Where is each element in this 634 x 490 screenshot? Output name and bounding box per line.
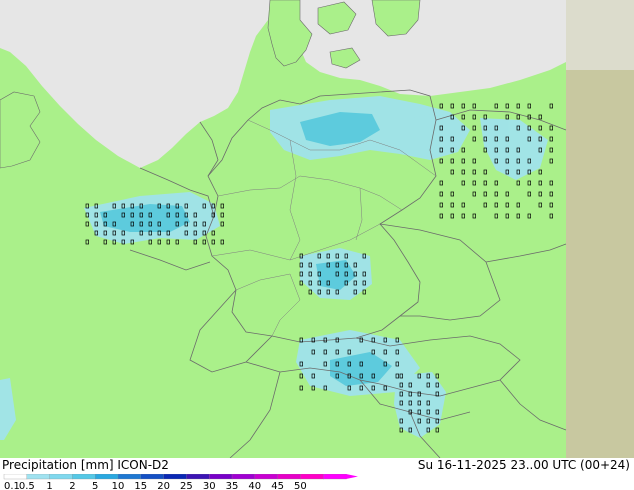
title-left: Precipitation [mm] ICON-D2 xyxy=(2,458,169,472)
legend-tick: 2 xyxy=(69,481,75,490)
legend-swatch xyxy=(209,474,233,480)
legend-tick: 10 xyxy=(112,481,125,490)
legend-swatch xyxy=(277,474,302,480)
legend-swatch xyxy=(254,474,279,480)
legend-tick: 1 xyxy=(46,481,52,490)
legend-tick: 45 xyxy=(271,481,284,490)
legend-swatch xyxy=(163,474,188,480)
legend-tick: 0.1 xyxy=(4,481,20,490)
precip-legend: 0.10.5 1 2 5 10 15 20 25 30 35 40 45 50 xyxy=(3,474,358,490)
legend-swatch xyxy=(3,474,28,480)
legend-swatch xyxy=(26,474,51,480)
legend-swatch xyxy=(72,474,96,480)
footer-bar: Precipitation [mm] ICON-D2 Su 16-11-2025… xyxy=(0,458,634,490)
precipitation-map xyxy=(0,0,634,458)
legend-swatch xyxy=(323,474,347,480)
legend-tick: 40 xyxy=(248,481,261,490)
legend-tick: 25 xyxy=(180,481,193,490)
legend-tick: 50 xyxy=(294,481,307,490)
legend-swatch xyxy=(95,474,119,480)
legend-tick: 5 xyxy=(92,481,98,490)
legend-tick: 20 xyxy=(157,481,170,490)
legend-swatch xyxy=(231,474,256,480)
legend-arrow xyxy=(346,474,358,479)
legend-tick: 35 xyxy=(226,481,239,490)
legend-swatch xyxy=(140,474,165,480)
map-svg xyxy=(0,0,634,458)
legend-tick: 30 xyxy=(203,481,216,490)
legend-tick: 15 xyxy=(134,481,147,490)
legend-swatch xyxy=(300,474,324,480)
legend-tick: 0.5 xyxy=(19,481,35,490)
legend-swatch xyxy=(117,474,142,480)
legend-swatch xyxy=(186,474,210,480)
legend-swatch xyxy=(49,474,74,480)
title-right: Su 16-11-2025 23..00 UTC (00+24) xyxy=(417,458,630,472)
outside-domain-sea xyxy=(566,0,634,70)
